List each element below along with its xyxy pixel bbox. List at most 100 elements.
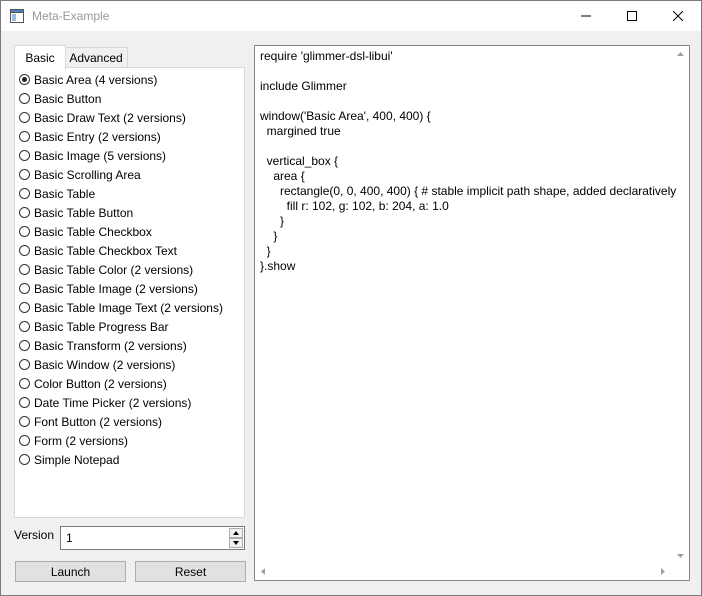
radio-unchecked-icon[interactable] <box>19 226 30 237</box>
scroll-right-arrow-icon <box>661 568 665 575</box>
horizontal-scrollbar[interactable] <box>255 563 673 580</box>
example-radio-item[interactable]: Simple Notepad <box>19 450 119 469</box>
code-line: } <box>260 229 278 243</box>
example-radio-label: Basic Area (4 versions) <box>34 72 158 87</box>
radio-unchecked-icon[interactable] <box>19 359 30 370</box>
spin-down-button[interactable] <box>229 538 243 548</box>
example-radio-label: Basic Entry (2 versions) <box>34 129 161 144</box>
code-line: window('Basic Area', 400, 400) { <box>260 109 431 123</box>
code-line: } <box>260 214 285 228</box>
code-line: fill r: 102, g: 102, b: 204, a: 1.0 <box>260 199 449 213</box>
radio-unchecked-icon[interactable] <box>19 321 30 332</box>
code-line: margined true <box>260 124 341 138</box>
code-line: area { <box>260 169 305 183</box>
example-radio-item[interactable]: Basic Button <box>19 89 101 108</box>
radio-unchecked-icon[interactable] <box>19 340 30 351</box>
example-radio-label: Basic Table Image Text (2 versions) <box>34 300 223 315</box>
example-radio-label: Date Time Picker (2 versions) <box>34 395 192 410</box>
example-radio-label: Basic Table Color (2 versions) <box>34 262 194 277</box>
radio-unchecked-icon[interactable] <box>19 93 30 104</box>
example-radio-item[interactable]: Basic Table Button <box>19 203 133 222</box>
example-radio-item[interactable]: Basic Table Progress Bar <box>19 317 169 336</box>
version-label: Version <box>14 528 55 542</box>
tab-advanced[interactable]: Advanced <box>64 47 128 68</box>
radio-unchecked-icon[interactable] <box>19 378 30 389</box>
example-radio-label: Basic Window (2 versions) <box>34 357 176 372</box>
radio-unchecked-icon[interactable] <box>19 283 30 294</box>
code-line: vertical_box { <box>260 154 339 168</box>
example-radio-item[interactable]: Form (2 versions) <box>19 431 128 450</box>
reset-button[interactable]: Reset <box>135 561 246 582</box>
chevron-down-icon <box>233 541 239 545</box>
scroll-down-arrow-icon <box>677 554 684 558</box>
example-radio-item[interactable]: Color Button (2 versions) <box>19 374 167 393</box>
code-editor[interactable]: require 'glimmer-dsl-libui' include Glimm… <box>254 45 690 581</box>
example-radio-label: Basic Image (5 versions) <box>34 148 167 163</box>
radio-unchecked-icon[interactable] <box>19 454 30 465</box>
radio-unchecked-icon[interactable] <box>19 188 30 199</box>
radio-unchecked-icon[interactable] <box>19 131 30 142</box>
tab-advanced-label: Advanced <box>69 51 123 65</box>
example-radio-item[interactable]: Basic Entry (2 versions) <box>19 127 161 146</box>
app-window: Meta-Example Basic Advanced Basic Area (… <box>0 0 702 596</box>
example-radio-item[interactable]: Basic Draw Text (2 versions) <box>19 108 186 127</box>
radio-unchecked-icon[interactable] <box>19 245 30 256</box>
radio-unchecked-icon[interactable] <box>19 207 30 218</box>
close-icon <box>673 11 683 21</box>
example-radio-label: Basic Table <box>34 186 96 201</box>
tab-basic[interactable]: Basic <box>14 45 66 70</box>
example-radio-item[interactable]: Font Button (2 versions) <box>19 412 162 431</box>
example-radio-label: Basic Button <box>34 91 102 106</box>
example-radio-item[interactable]: Basic Table <box>19 184 95 203</box>
launch-button-label: Launch <box>50 564 91 579</box>
example-radio-item[interactable]: Basic Image (5 versions) <box>19 146 166 165</box>
radio-unchecked-icon[interactable] <box>19 169 30 180</box>
radio-unchecked-icon[interactable] <box>19 302 30 313</box>
example-radio-label: Basic Draw Text (2 versions) <box>34 110 186 125</box>
radio-unchecked-icon[interactable] <box>19 112 30 123</box>
close-button[interactable] <box>655 1 701 31</box>
version-value[interactable]: 1 <box>66 531 73 545</box>
example-radio-item[interactable]: Basic Transform (2 versions) <box>19 336 187 355</box>
example-radio-label: Color Button (2 versions) <box>34 376 167 391</box>
launch-button[interactable]: Launch <box>15 561 126 582</box>
example-radio-item[interactable]: Basic Table Image (2 versions) <box>19 279 198 298</box>
example-radio-item[interactable]: Basic Table Checkbox <box>19 222 152 241</box>
example-radio-label: Form (2 versions) <box>34 433 129 448</box>
example-radio-label: Basic Table Checkbox <box>34 224 152 239</box>
window-app-icon <box>10 9 24 23</box>
radio-unchecked-icon[interactable] <box>19 435 30 446</box>
radio-unchecked-icon[interactable] <box>19 416 30 427</box>
example-radio-item[interactable]: Basic Table Checkbox Text <box>19 241 177 260</box>
code-line: }.show <box>260 259 296 273</box>
maximize-button[interactable] <box>609 1 655 31</box>
radio-unchecked-icon[interactable] <box>19 264 30 275</box>
radio-checked-icon[interactable] <box>19 74 30 85</box>
example-radio-item[interactable]: Date Time Picker (2 versions) <box>19 393 191 412</box>
code-line: } <box>260 244 271 258</box>
scroll-left-arrow-icon <box>261 568 265 575</box>
example-radio-label: Basic Scrolling Area <box>34 167 141 182</box>
version-spinbox[interactable]: 1 <box>60 526 245 550</box>
radio-unchecked-icon[interactable] <box>19 150 30 161</box>
minimize-icon <box>581 15 591 17</box>
tab-basic-label: Basic <box>25 51 55 65</box>
example-radio-item[interactable]: Basic Table Image Text (2 versions) <box>19 298 223 317</box>
minimize-button[interactable] <box>563 1 609 31</box>
title-bar[interactable]: Meta-Example <box>1 1 701 31</box>
example-radio-label: Basic Table Progress Bar <box>34 319 169 334</box>
vertical-scrollbar[interactable] <box>672 46 689 566</box>
window-title: Meta-Example <box>32 9 110 23</box>
example-radio-item[interactable]: Basic Table Color (2 versions) <box>19 260 193 279</box>
chevron-up-icon <box>233 531 239 535</box>
example-radio-item[interactable]: Basic Scrolling Area <box>19 165 141 184</box>
reset-button-label: Reset <box>174 564 207 579</box>
example-radio-item[interactable]: Basic Window (2 versions) <box>19 355 175 374</box>
example-radio-label: Basic Table Checkbox Text <box>34 243 177 258</box>
example-radio-item[interactable]: Basic Area (4 versions) <box>19 70 157 89</box>
example-radio-label: Font Button (2 versions) <box>34 414 163 429</box>
code-line: include Glimmer <box>260 79 347 93</box>
spin-up-button[interactable] <box>229 528 243 538</box>
examples-radio-list: Basic Area (4 versions) Basic Button Basic… <box>14 67 245 518</box>
radio-unchecked-icon[interactable] <box>19 397 30 408</box>
